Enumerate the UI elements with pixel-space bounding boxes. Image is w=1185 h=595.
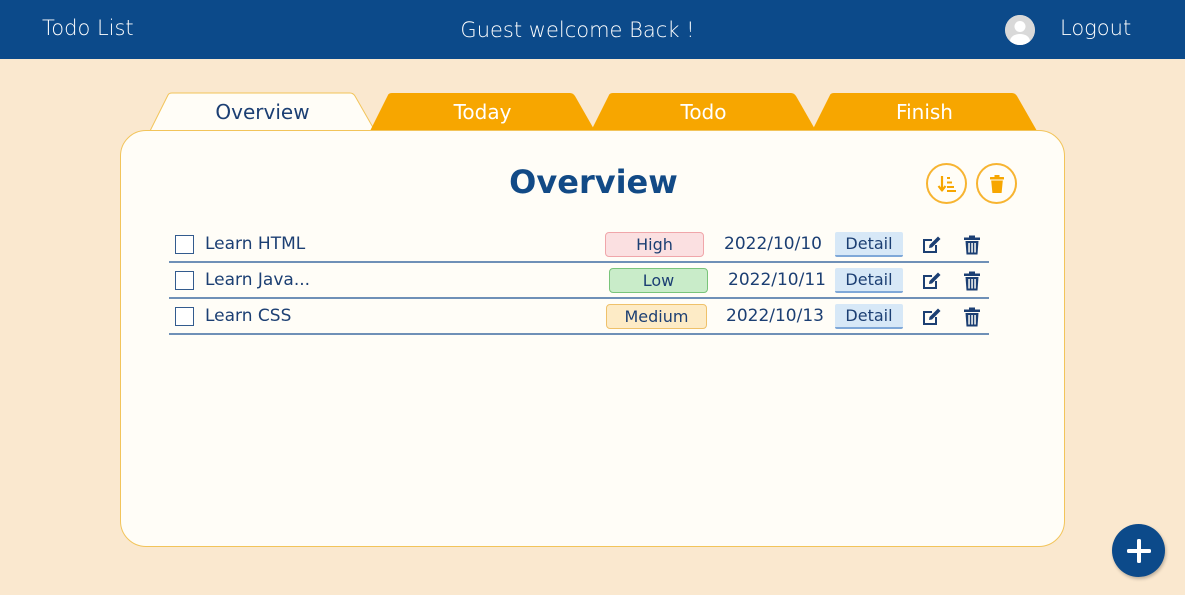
task-name: Learn CSS xyxy=(205,306,292,326)
priority-badge: High xyxy=(605,232,704,257)
task-name: Learn HTML xyxy=(205,234,306,254)
edit-icon[interactable] xyxy=(921,307,942,327)
plus-icon xyxy=(1126,538,1151,563)
task-row: Learn HTML High 2022/10/10 Detail xyxy=(169,227,989,263)
tab-today[interactable]: Today xyxy=(370,92,595,131)
logout-button[interactable]: Logout xyxy=(1060,16,1131,40)
delete-icon[interactable] xyxy=(963,271,981,291)
tab-todo-label: Todo xyxy=(680,99,727,124)
top-bar: Todo List Guest welcome Back ! Logout xyxy=(0,0,1185,59)
task-name: Learn Java... xyxy=(205,270,311,290)
delete-icon[interactable] xyxy=(963,235,981,255)
priority-badge: Low xyxy=(609,268,708,293)
tab-finish-label: Finish xyxy=(896,99,953,124)
user-avatar-icon[interactable] xyxy=(1005,15,1035,45)
panel-title: Overview xyxy=(509,163,678,201)
overview-panel: Overview Learn HTML High 2022/10/10 Deta… xyxy=(120,130,1065,547)
task-checkbox[interactable] xyxy=(175,235,194,254)
tab-overview[interactable]: Overview xyxy=(150,92,375,131)
delete-all-button[interactable] xyxy=(976,163,1017,204)
task-list: Learn HTML High 2022/10/10 Detail Learn … xyxy=(169,227,989,335)
task-row: Learn CSS Medium 2022/10/13 Detail xyxy=(169,299,989,335)
delete-icon[interactable] xyxy=(963,307,981,327)
edit-icon[interactable] xyxy=(921,271,942,291)
task-row: Learn Java... Low 2022/10/11 Detail xyxy=(169,263,989,299)
edit-icon[interactable] xyxy=(921,235,942,255)
task-date: 2022/10/10 xyxy=(724,234,822,254)
trash-icon xyxy=(989,174,1004,193)
tab-todo[interactable]: Todo xyxy=(591,92,816,131)
task-date: 2022/10/13 xyxy=(726,306,824,326)
detail-button[interactable]: Detail xyxy=(835,304,903,329)
priority-badge: Medium xyxy=(606,304,707,329)
sort-icon xyxy=(937,175,956,192)
tab-overview-label: Overview xyxy=(215,99,310,124)
task-checkbox[interactable] xyxy=(175,271,194,290)
welcome-message: Guest welcome Back ! xyxy=(460,18,695,42)
detail-button[interactable]: Detail xyxy=(835,268,903,293)
sort-button[interactable] xyxy=(926,163,967,204)
detail-button[interactable]: Detail xyxy=(835,232,903,257)
add-task-button[interactable] xyxy=(1112,524,1165,577)
tab-today-label: Today xyxy=(453,99,512,124)
task-date: 2022/10/11 xyxy=(728,270,826,290)
task-checkbox[interactable] xyxy=(175,307,194,326)
tab-finish[interactable]: Finish xyxy=(812,92,1037,131)
